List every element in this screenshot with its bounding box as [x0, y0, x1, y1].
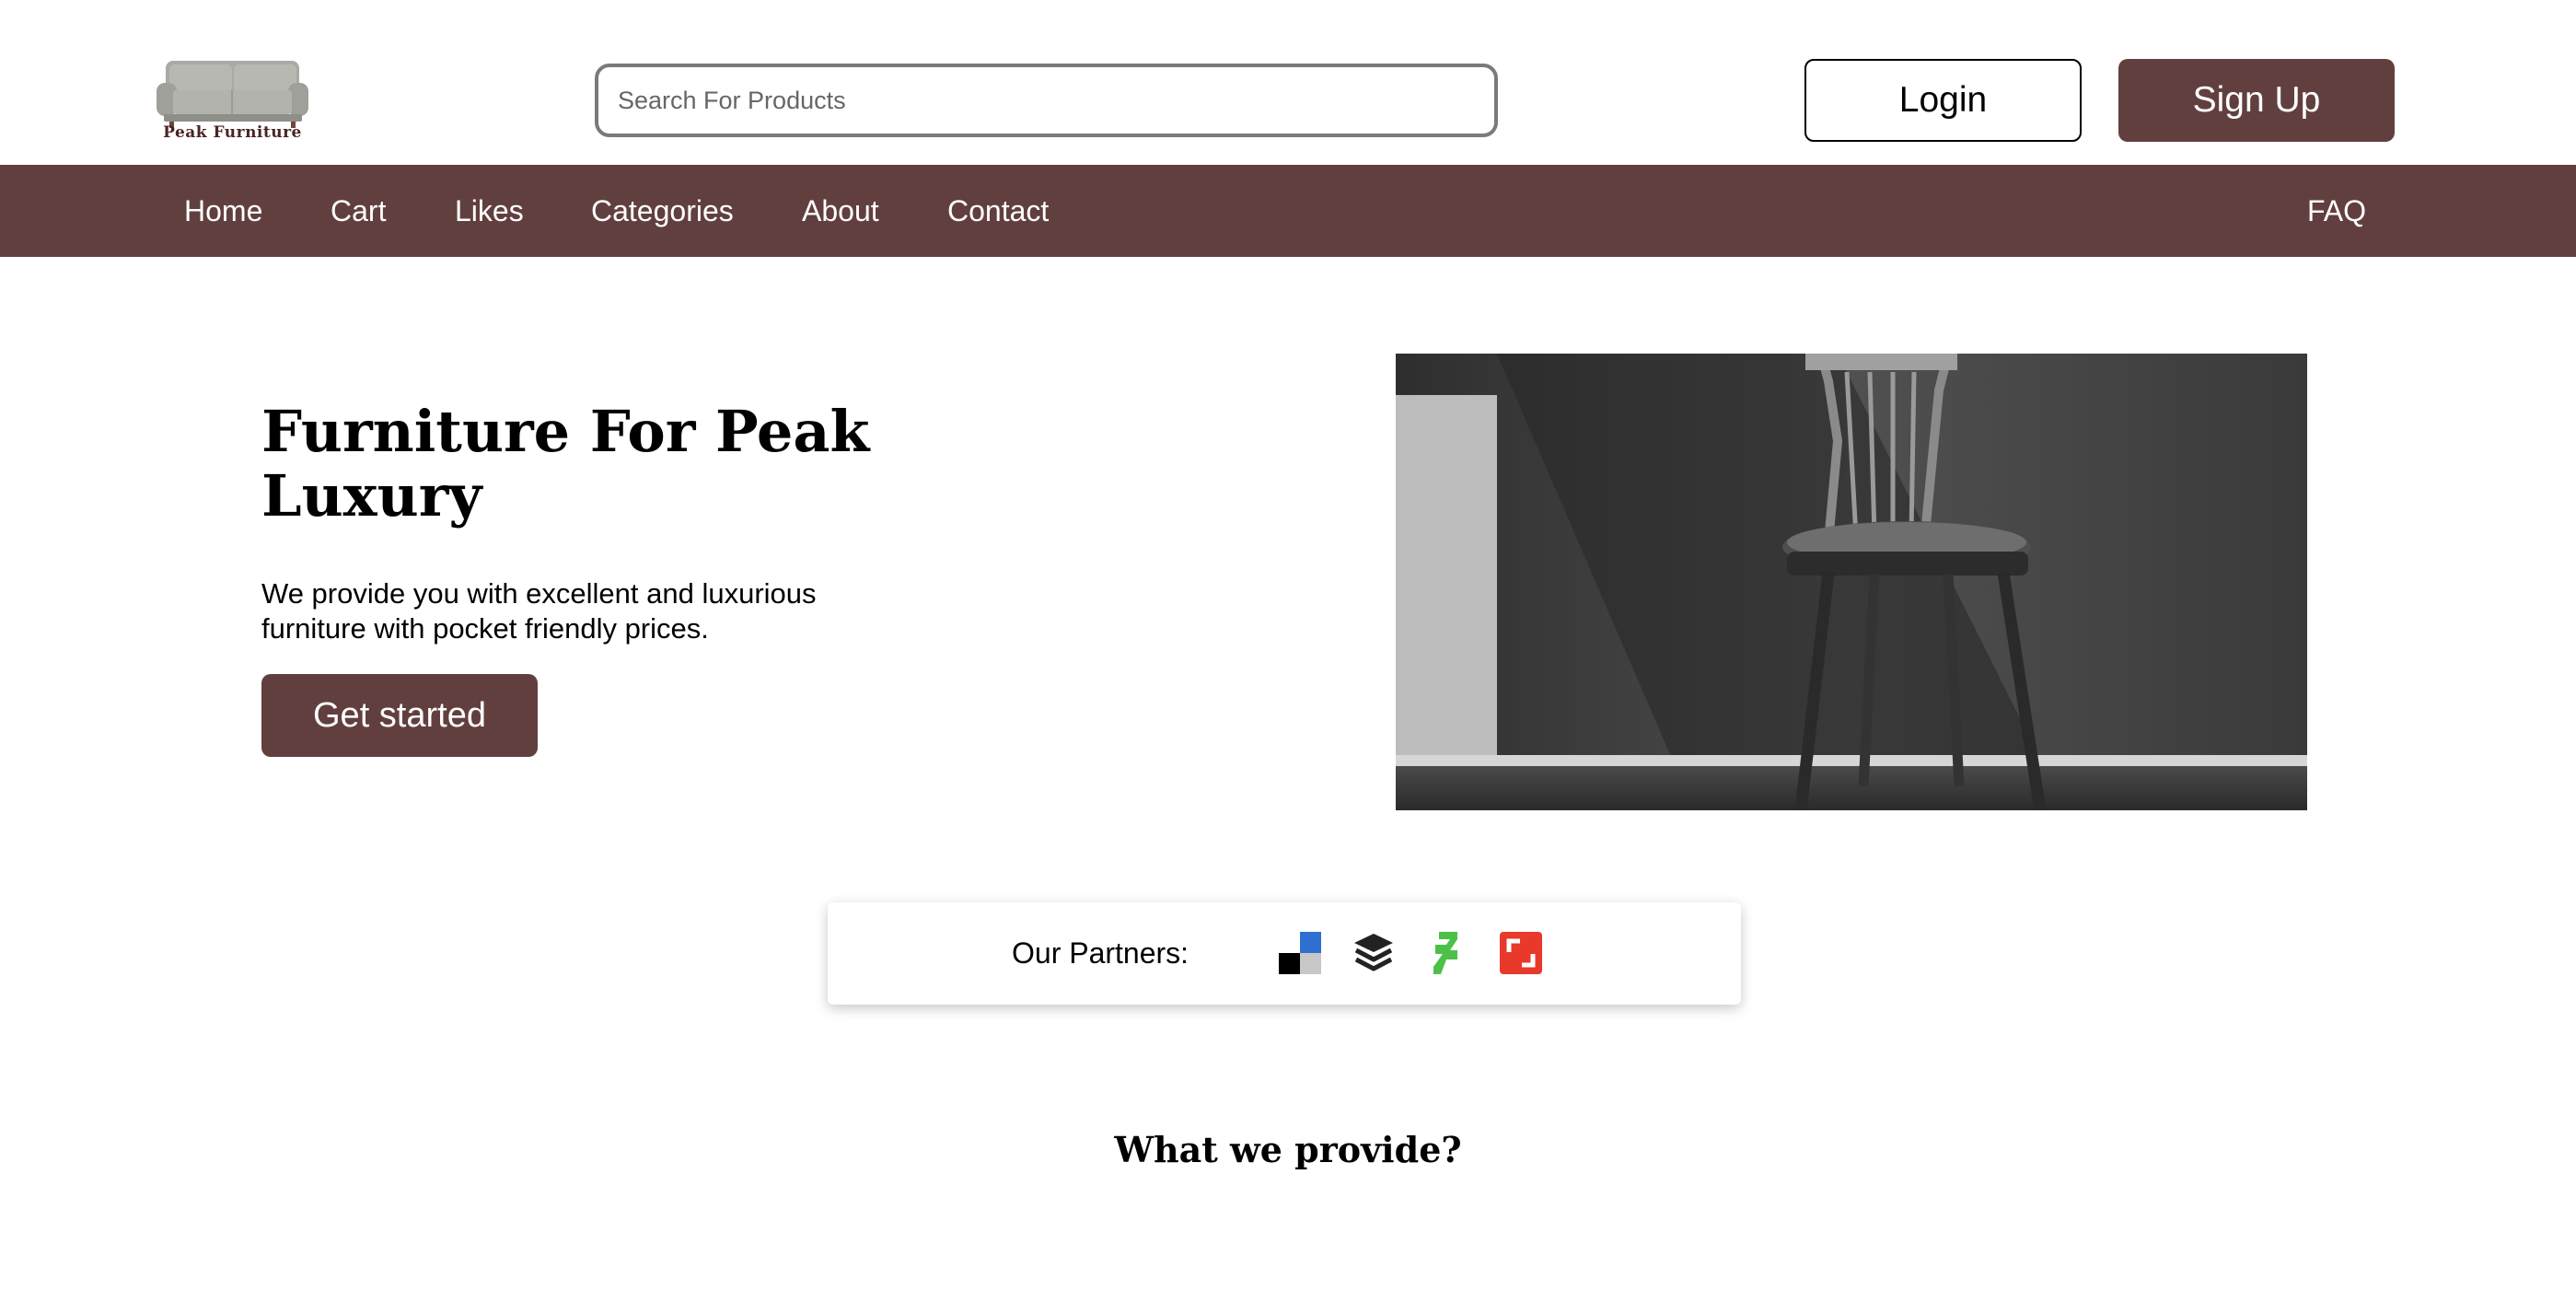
partners-bar: Our Partners:	[828, 902, 1741, 1005]
nav-item-cart[interactable]: Cart	[331, 165, 386, 257]
get-started-button[interactable]: Get started	[261, 674, 538, 757]
nav-item-categories[interactable]: Categories	[591, 165, 734, 257]
brand-name: Peak Furniture	[163, 123, 302, 142]
delicious-icon[interactable]	[1279, 932, 1321, 974]
screenpal-icon[interactable]	[1500, 932, 1542, 974]
nav-item-about[interactable]: About	[802, 165, 879, 257]
nav-item-faq[interactable]: FAQ	[2307, 165, 2366, 257]
hero-subtitle: We provide you with excellent and luxuri…	[261, 577, 817, 645]
buffer-icon[interactable]	[1352, 932, 1395, 974]
partners-label: Our Partners:	[1012, 936, 1189, 970]
nav-item-likes[interactable]: Likes	[455, 165, 524, 257]
brand-logo[interactable]: Peak Furniture	[157, 55, 308, 147]
nav-item-contact[interactable]: Contact	[947, 165, 1049, 257]
search-bar[interactable]	[595, 64, 1498, 137]
hero-title: Furniture For Peak Luxury	[261, 398, 870, 529]
site-header: Peak Furniture Login Sign Up	[0, 0, 2576, 165]
signup-button[interactable]: Sign Up	[2118, 59, 2395, 142]
deviantart-icon[interactable]	[1426, 932, 1468, 974]
login-button[interactable]: Login	[1804, 59, 2082, 142]
search-input[interactable]	[598, 67, 1494, 134]
section-title: What we provide?	[1114, 1129, 1462, 1170]
chair-photo	[1396, 354, 2307, 810]
nav-item-home[interactable]: Home	[184, 165, 262, 257]
hero-chair-image	[1396, 354, 2307, 810]
main-nav: Home Cart Likes Categories About Contact…	[0, 165, 2576, 257]
sofa-icon	[157, 61, 308, 128]
